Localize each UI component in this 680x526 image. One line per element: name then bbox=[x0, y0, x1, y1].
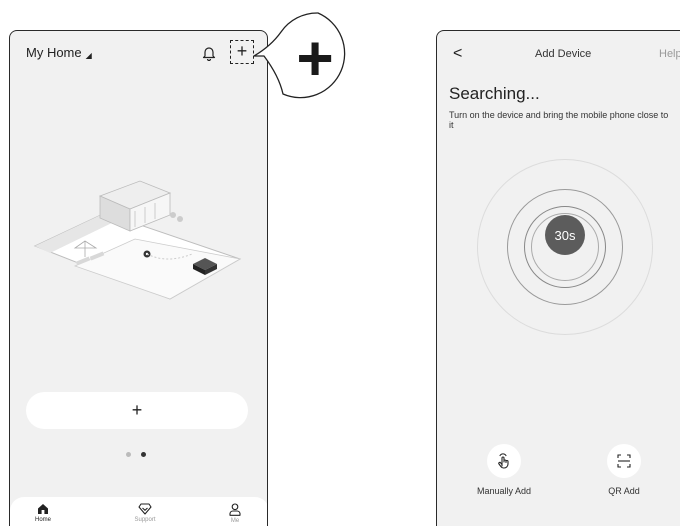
tab-bar: Home Support Me bbox=[10, 497, 267, 526]
support-icon bbox=[138, 503, 152, 515]
qr-add-button[interactable]: QR Add bbox=[589, 444, 659, 496]
manually-add-button[interactable]: Manually Add bbox=[469, 444, 539, 496]
caret-down-icon: ◢ bbox=[85, 51, 92, 60]
bell-icon[interactable] bbox=[202, 45, 216, 61]
tab-home-label: Home bbox=[34, 517, 51, 523]
search-instructions: Turn on the device and bring the mobile … bbox=[449, 110, 669, 130]
countdown-timer: 30s bbox=[545, 215, 585, 255]
manually-add-label: Manually Add bbox=[476, 486, 532, 496]
searching-heading: Searching... bbox=[449, 84, 540, 103]
page-dot bbox=[126, 452, 131, 457]
tab-support-label: Support bbox=[134, 517, 156, 523]
search-radar: 30s bbox=[477, 159, 653, 335]
hand-tap-icon bbox=[498, 453, 509, 469]
tab-me-label: Me bbox=[230, 518, 240, 524]
user-icon bbox=[229, 503, 241, 516]
plus-icon: + bbox=[131, 400, 143, 420]
home-screen: My Home ◢ + + Home Support Me bbox=[9, 30, 268, 526]
back-icon[interactable]: < bbox=[453, 45, 462, 63]
yard-robot-illustration bbox=[33, 180, 242, 300]
page-dot-active bbox=[141, 452, 146, 457]
help-link[interactable]: Help bbox=[659, 48, 680, 60]
page-title: Add Device bbox=[535, 48, 592, 60]
home-title: My Home bbox=[26, 45, 82, 60]
tab-support[interactable]: Support bbox=[115, 503, 175, 523]
add-device-bar[interactable]: + bbox=[26, 392, 248, 429]
qr-add-label: QR Add bbox=[608, 486, 640, 496]
home-icon bbox=[38, 504, 48, 514]
home-selector[interactable]: My Home ◢ bbox=[26, 45, 92, 60]
tab-home[interactable]: Home bbox=[13, 503, 73, 523]
add-device-screen: < Add Device Help Searching... Turn on t… bbox=[436, 30, 680, 526]
tab-me[interactable]: Me bbox=[205, 503, 265, 524]
page-indicator bbox=[126, 452, 146, 457]
qr-scan-icon bbox=[617, 454, 631, 468]
callout-plus-icon: + bbox=[296, 21, 334, 94]
